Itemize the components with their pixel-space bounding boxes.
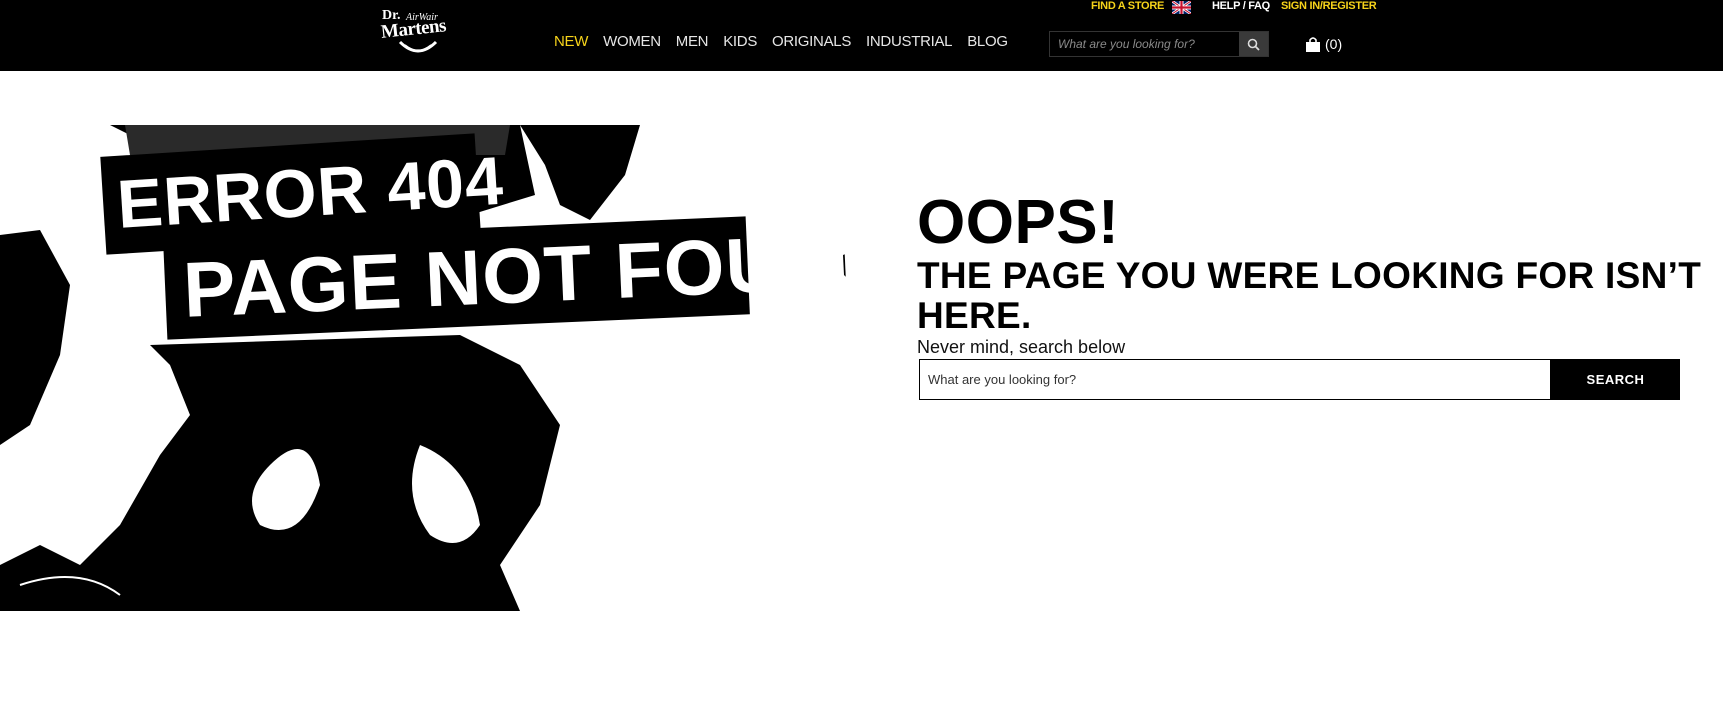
page-title: OOPS! — [917, 188, 1120, 257]
main-search-button[interactable]: SEARCH — [1551, 359, 1680, 400]
find-store-link[interactable]: FIND A STORE — [1091, 0, 1164, 14]
error-404-image: ERROR 404 PAGE NOT FOUND — [0, 125, 853, 611]
cart-count: (0) — [1325, 36, 1343, 52]
nav-item-industrial[interactable]: INDUSTRIAL — [866, 33, 952, 50]
main-nav: NEW WOMEN MEN KIDS ORIGINALS INDUSTRIAL … — [554, 33, 1008, 50]
header-search — [1049, 31, 1269, 57]
help-faq-link[interactable]: HELP / FAQ — [1212, 0, 1270, 14]
main-search: SEARCH — [919, 359, 1680, 400]
nav-item-originals[interactable]: ORIGINALS — [772, 33, 851, 50]
nav-item-men[interactable]: MEN — [676, 33, 709, 50]
site-header: Dr. AirWair Martens NEW WOMEN MEN KIDS O… — [0, 0, 1723, 71]
logo-arc-icon — [398, 40, 438, 53]
sign-in-register-link[interactable]: SIGN IN/REGISTER — [1281, 0, 1377, 14]
cart-link[interactable]: (0) — [1305, 36, 1342, 52]
uk-flag-icon[interactable] — [1172, 1, 1191, 14]
nav-item-kids[interactable]: KIDS — [723, 33, 757, 50]
main-search-input[interactable] — [919, 359, 1551, 400]
shopping-bag-icon — [1306, 36, 1320, 52]
search-icon — [1247, 38, 1260, 51]
dr-martens-logo[interactable]: Dr. AirWair Martens — [380, 8, 464, 58]
page-subtitle: THE PAGE YOU WERE LOOKING FOR ISN’T HERE… — [917, 255, 1702, 336]
page-tagline: Never mind, search below — [917, 337, 1126, 357]
nav-item-blog[interactable]: BLOG — [967, 33, 1008, 50]
error-message: OOPS! THE PAGE YOU WERE LOOKING FOR ISN’… — [917, 190, 1723, 358]
header-search-button[interactable] — [1239, 32, 1268, 56]
header-search-input[interactable] — [1050, 32, 1239, 56]
nav-item-new[interactable]: NEW — [554, 33, 588, 50]
nav-item-women[interactable]: WOMEN — [603, 33, 661, 50]
